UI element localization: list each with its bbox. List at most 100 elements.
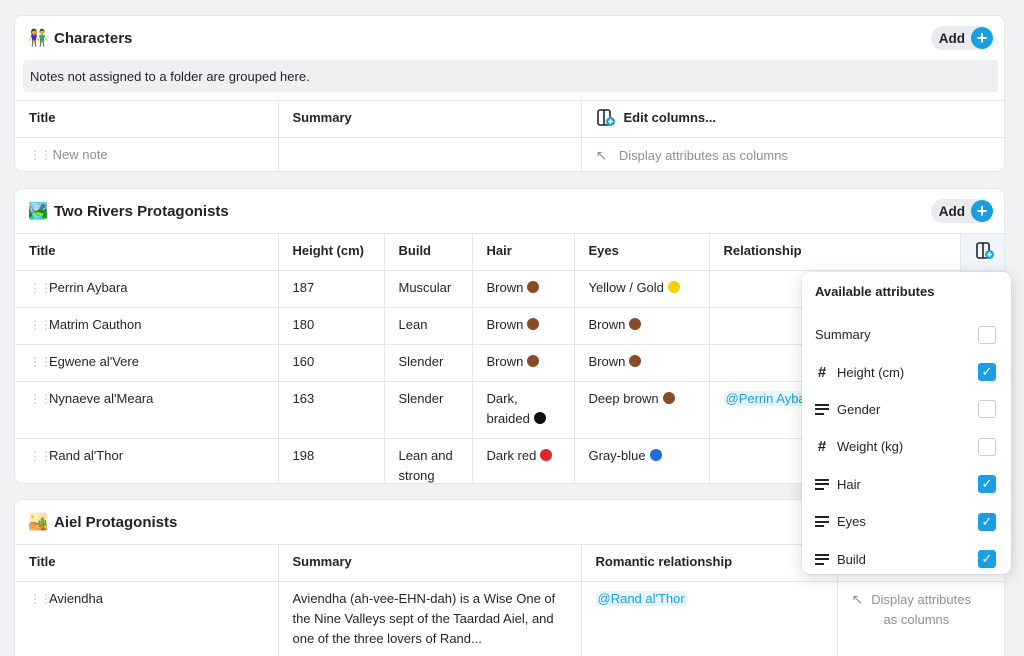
blue-dot-icon	[649, 449, 662, 461]
attribute-eyes[interactable]: Eyes ✓	[802, 503, 1011, 540]
attribute-hair[interactable]: Hair ✓	[802, 466, 1011, 503]
hair-value: Dark red	[486, 448, 537, 463]
row-title: Aviendha	[49, 591, 103, 606]
eyes-cell[interactable]: Yellow / Gold	[574, 270, 710, 308]
column-header-title[interactable]: Title	[15, 100, 279, 138]
text-lines-icon	[815, 516, 829, 528]
new-note-placeholder: New note	[52, 147, 108, 162]
plus-icon: +	[971, 27, 993, 49]
hair-value: Brown	[486, 354, 524, 369]
new-note-cell[interactable]: ⋮⋮ New note	[15, 137, 279, 171]
height-cell[interactable]: 163	[278, 381, 385, 439]
characters-add-button[interactable]: Add +	[930, 26, 993, 50]
two-rivers-title: 🏞️ Two Rivers Protagonists	[28, 201, 229, 221]
hair-cell[interactable]: Brown	[472, 307, 575, 345]
column-header-hair[interactable]: Hair	[472, 233, 575, 271]
desert-icon: 🏜️	[28, 514, 48, 531]
add-label: Add	[938, 30, 965, 46]
aiel-title-text: Aiel Protagonists	[54, 513, 178, 531]
eyes-cell[interactable]: Brown	[574, 344, 710, 382]
checkbox-checked[interactable]: ✓	[978, 512, 996, 531]
two-rivers-add-button[interactable]: Add +	[930, 199, 993, 223]
height-cell[interactable]: 198	[278, 438, 385, 483]
eyes-cell[interactable]: Gray-blue	[574, 438, 710, 483]
text-lines-icon	[815, 553, 829, 565]
drag-handle-icon[interactable]: ⋮⋮	[29, 389, 52, 409]
height-cell[interactable]: 187	[278, 270, 385, 308]
text-lines-icon	[815, 478, 829, 490]
edit-columns-button[interactable]	[960, 233, 1004, 271]
brown-dot-icon	[527, 355, 540, 367]
column-header-summary[interactable]: Summary	[278, 100, 582, 138]
brown-dot-icon	[629, 355, 642, 367]
checkbox[interactable]	[978, 400, 996, 419]
hair-cell[interactable]: Dark red	[472, 438, 575, 483]
attribute-height[interactable]: # Height (cm) ✓	[802, 353, 1011, 390]
red-dot-icon	[540, 449, 553, 461]
folder-notice: Notes not assigned to a folder are group…	[23, 60, 998, 92]
column-header-relationship[interactable]: Relationship	[709, 233, 961, 271]
summary-cell[interactable]	[278, 137, 582, 171]
hair-cell[interactable]: Brown	[472, 344, 575, 382]
row-title: Egwene al'Vere	[49, 354, 139, 369]
drag-handle-icon[interactable]: ⋮⋮	[29, 315, 52, 335]
attribute-build[interactable]: Build ✓	[802, 540, 1011, 577]
brown-dot-icon	[662, 392, 675, 404]
eyes-cell[interactable]: Deep brown	[574, 381, 710, 439]
column-header-romantic-relationship[interactable]: Romantic relationship	[581, 544, 838, 582]
eyes-cell[interactable]: Brown	[574, 307, 710, 345]
curved-arrow-icon: ↖	[851, 591, 864, 607]
mention-link[interactable]: @Rand al'Thor	[595, 591, 687, 606]
height-cell[interactable]: 180	[278, 307, 385, 345]
column-header-eyes[interactable]: Eyes	[574, 233, 710, 271]
attribute-label: Weight (kg)	[837, 439, 904, 455]
build-cell[interactable]: Lean and strong	[384, 438, 473, 483]
title-cell[interactable]: ⋮⋮Perrin Aybara	[15, 270, 279, 308]
hair-cell[interactable]: Brown	[472, 270, 575, 308]
checkbox[interactable]	[978, 437, 996, 456]
attribute-gender[interactable]: Gender	[802, 391, 1011, 428]
build-cell[interactable]: Lean	[384, 307, 473, 345]
text-lines-icon	[815, 403, 829, 415]
checkbox[interactable]	[978, 325, 996, 344]
column-header-build[interactable]: Build	[384, 233, 473, 271]
plus-icon: +	[971, 200, 993, 222]
column-header-summary[interactable]: Summary	[278, 544, 582, 582]
edit-columns-button[interactable]: Edit columns...	[581, 100, 1004, 138]
mention-link[interactable]: @Perrin Ayba	[723, 391, 808, 406]
title-cell[interactable]: ⋮⋮Rand al'Thor	[15, 438, 279, 483]
eyes-value: Gray-blue	[588, 448, 646, 463]
drag-handle-icon[interactable]: ⋮⋮	[29, 446, 52, 466]
attribute-summary[interactable]: Summary	[802, 316, 1011, 353]
column-header-title[interactable]: Title	[15, 233, 279, 271]
checkbox-checked[interactable]: ✓	[978, 363, 996, 382]
drag-handle-icon[interactable]: ⋮⋮	[29, 589, 52, 609]
drag-handle-icon[interactable]: ⋮⋮	[29, 278, 52, 298]
hash-icon: #	[817, 363, 827, 381]
title-cell[interactable]: ⋮⋮Egwene al'Vere	[15, 344, 279, 382]
height-cell[interactable]: 160	[278, 344, 385, 382]
title-cell[interactable]: ⋮⋮Nynaeve al'Meara	[15, 381, 279, 439]
drag-handle-icon[interactable]: ⋮⋮	[29, 145, 52, 165]
build-cell[interactable]: Muscular	[384, 270, 473, 308]
hair-cell[interactable]: Dark, braided	[472, 381, 575, 439]
summary-cell[interactable]: Aviendha (ah-vee-EHN-dah) is a Wise One …	[278, 581, 582, 656]
build-cell[interactable]: Slender	[384, 381, 473, 439]
title-cell[interactable]: ⋮⋮Matrim Cauthon	[15, 307, 279, 345]
aiel-title: 🏜️ Aiel Protagonists	[28, 512, 177, 532]
column-header-title[interactable]: Title	[15, 544, 279, 582]
checkbox-checked[interactable]: ✓	[978, 550, 996, 569]
brown-dot-icon	[527, 281, 540, 293]
table-row[interactable]: ⋮⋮Aviendha Aviendha (ah-vee-EHN-dah) is …	[15, 581, 1004, 656]
column-header-height[interactable]: Height (cm)	[278, 233, 385, 271]
eyes-value: Deep brown	[588, 391, 659, 406]
display-hint-line1: Display attributes	[871, 592, 971, 607]
build-cell[interactable]: Slender	[384, 344, 473, 382]
relationship-cell[interactable]: @Rand al'Thor	[581, 581, 838, 656]
title-cell[interactable]: ⋮⋮Aviendha	[15, 581, 279, 656]
checkbox-checked[interactable]: ✓	[978, 475, 996, 494]
attribute-weight[interactable]: # Weight (kg)	[802, 428, 1011, 465]
available-attributes-popover: Available attributes Summary # Height (cm…	[802, 272, 1011, 574]
characters-header: 👫 Characters Add +	[15, 16, 1004, 60]
drag-handle-icon[interactable]: ⋮⋮	[29, 352, 52, 372]
